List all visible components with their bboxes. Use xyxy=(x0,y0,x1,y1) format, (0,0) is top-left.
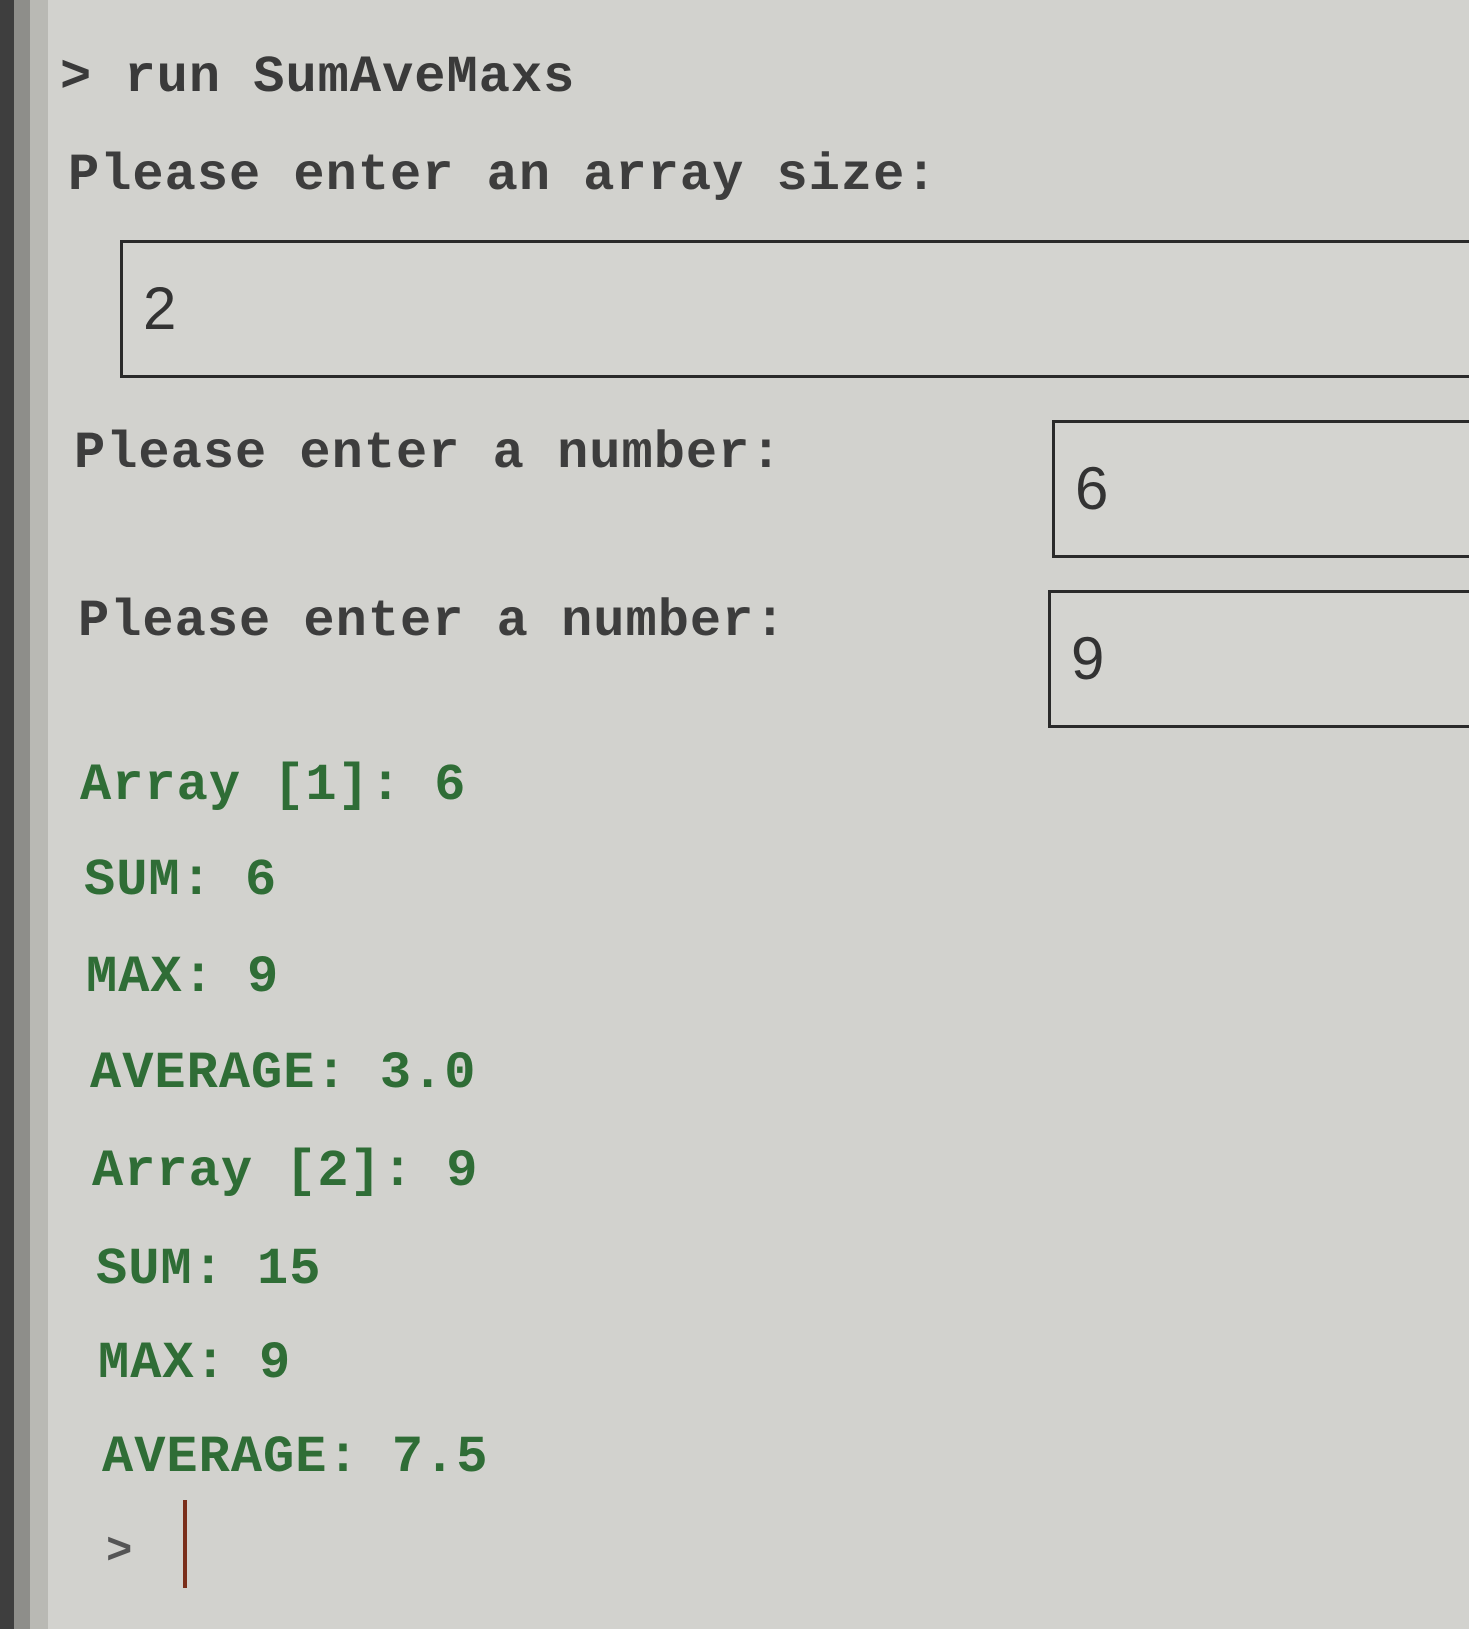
command-line: > run SumAveMaxs xyxy=(60,52,575,104)
window-frame-inner xyxy=(30,0,48,1629)
final-prompt-symbol: > xyxy=(106,1527,134,1577)
number-input-value-1: 6 xyxy=(1075,455,1109,522)
output-line: MAX: 9 xyxy=(98,1334,292,1393)
array-size-input-value: 2 xyxy=(143,275,177,342)
text-cursor xyxy=(183,1500,187,1588)
window-frame-edge xyxy=(0,0,14,1629)
interactions-console[interactable]: > run SumAveMaxs Please enter an array s… xyxy=(48,0,1469,1629)
window-frame-border xyxy=(14,0,30,1629)
array-size-input-box[interactable]: 2 xyxy=(120,240,1469,378)
output-line: Array [1]: 6 xyxy=(80,756,467,815)
number-prompt-1: Please enter a number: xyxy=(74,424,783,483)
array-size-prompt: Please enter an array size: xyxy=(68,146,938,205)
command-text: run SumAveMaxs xyxy=(124,48,576,107)
output-line: SUM: 15 xyxy=(96,1240,322,1299)
output-line: AVERAGE: 3.0 xyxy=(90,1044,477,1103)
number-input-box-1[interactable]: 6 xyxy=(1052,420,1469,558)
output-line: MAX: 9 xyxy=(86,948,280,1007)
command-prompt-symbol: > xyxy=(60,48,93,107)
number-input-box-2[interactable]: 9 xyxy=(1048,590,1469,728)
output-line: Array [2]: 9 xyxy=(92,1142,479,1201)
number-prompt-2: Please enter a number: xyxy=(78,592,787,651)
output-line: AVERAGE: 7.5 xyxy=(102,1428,489,1487)
number-input-value-2: 9 xyxy=(1071,625,1105,692)
output-line: SUM: 6 xyxy=(84,851,278,910)
